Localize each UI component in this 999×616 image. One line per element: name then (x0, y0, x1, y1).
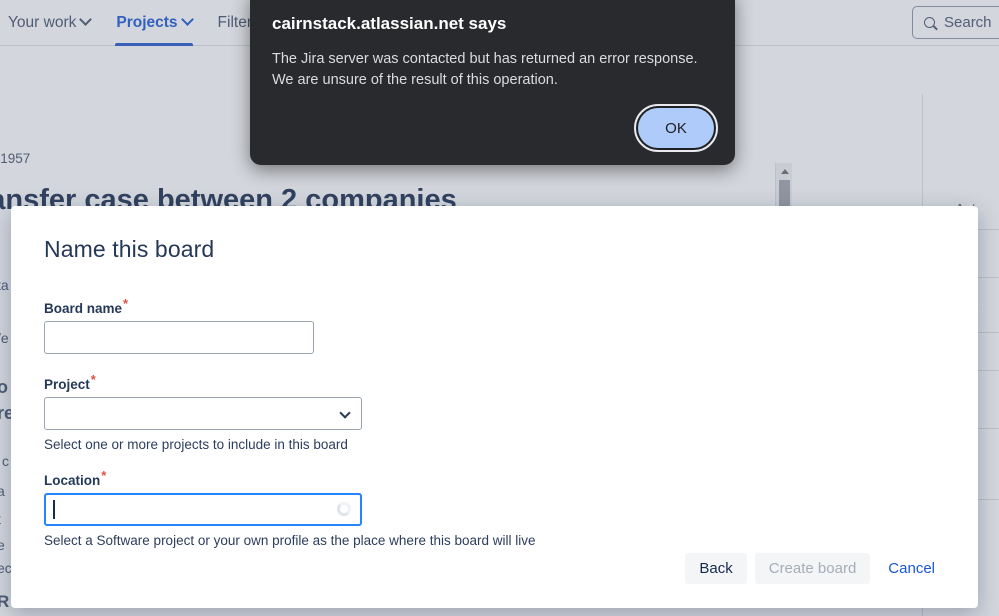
location-label-text: Location (44, 473, 101, 488)
create-board-button: Create board (754, 553, 871, 584)
location-input-wrapper[interactable] (44, 493, 362, 526)
project-field-group: Project* Select one or more projects to … (44, 373, 945, 452)
project-label: Project* (44, 373, 96, 393)
required-asterisk: * (90, 371, 96, 387)
browser-alert-dialog: cairnstack.atlassian.net says The Jira s… (250, 0, 735, 165)
board-name-input[interactable] (44, 321, 314, 354)
name-this-board-modal: Name this board Board name* Project* Sel… (11, 206, 978, 608)
project-select-wrapper[interactable] (44, 397, 362, 430)
text-caret (53, 500, 55, 519)
alert-title: cairnstack.atlassian.net says (272, 14, 507, 33)
modal-footer: Back Create board Cancel (685, 553, 945, 584)
modal-title: Name this board (44, 236, 215, 262)
cancel-button[interactable]: Cancel (878, 553, 945, 584)
project-label-text: Project (44, 377, 90, 392)
location-input[interactable] (44, 493, 362, 526)
board-name-label-text: Board name (44, 301, 123, 316)
alert-ok-button[interactable]: OK (634, 104, 718, 152)
project-helper-text: Select one or more projects to include i… (44, 437, 348, 452)
location-helper-text: Select a Software project or your own pr… (44, 533, 536, 548)
required-asterisk: * (101, 467, 107, 483)
location-label: Location* (44, 469, 106, 489)
back-button[interactable]: Back (685, 553, 747, 584)
screen-root: R-1957 ransfer case between 2 companies … (0, 0, 999, 616)
board-name-label: Board name* (44, 297, 128, 317)
alert-message: The Jira server was contacted but has re… (272, 51, 698, 89)
project-select-input[interactable] (44, 397, 362, 430)
location-field-group: Location* Select a Software project or y… (44, 469, 945, 548)
required-asterisk: * (123, 295, 129, 311)
board-name-field-group: Board name* (44, 297, 945, 354)
